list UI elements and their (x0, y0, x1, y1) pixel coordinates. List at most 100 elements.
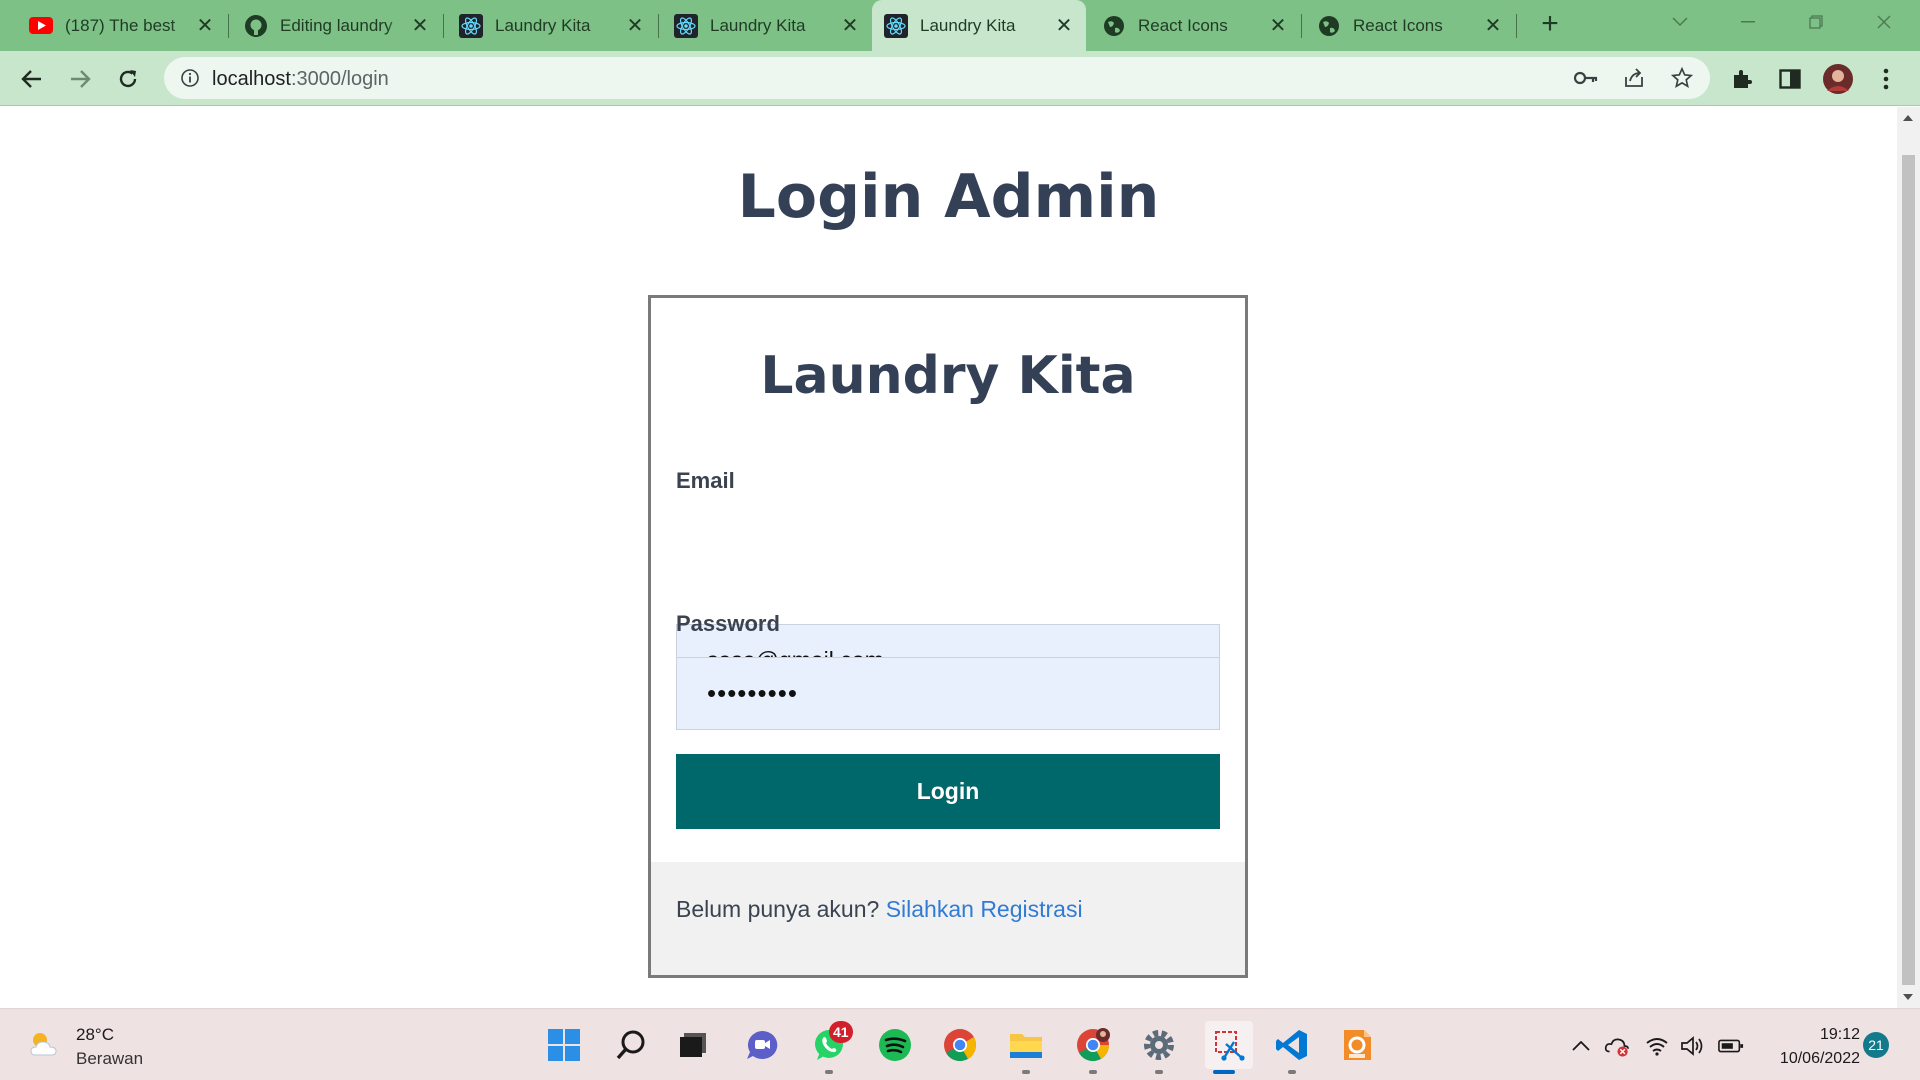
weather-cloud-icon[interactable] (27, 1029, 63, 1059)
tab-close-icon[interactable]: ✕ (1052, 13, 1076, 37)
page-title: Login Admin (737, 162, 1160, 232)
profile-avatar[interactable] (1820, 61, 1856, 97)
tab-separator (1301, 14, 1302, 38)
card-title: Laundry Kita (760, 346, 1136, 406)
weather-description: Berawan (76, 1049, 144, 1068)
tab-close-icon[interactable]: ✕ (838, 13, 862, 37)
new-tab-button[interactable]: + (1535, 9, 1565, 40)
menu-kebab-icon[interactable] (1868, 61, 1904, 97)
card-footer: Belum punya akun? Silahkan Registrasi (651, 862, 1245, 975)
bookmark-star-icon[interactable] (1670, 66, 1694, 90)
side-panel-icon[interactable] (1772, 61, 1808, 97)
running-indicator (1155, 1070, 1163, 1074)
email-label: Email (676, 468, 735, 493)
wifi-icon[interactable] (1644, 1033, 1670, 1059)
scroll-up-arrow-icon[interactable] (1903, 115, 1913, 121)
onedrive-error-icon[interactable] (1604, 1033, 1630, 1059)
page-scrollbar[interactable] (1897, 107, 1920, 1008)
tab-close-icon[interactable]: ✕ (408, 13, 432, 37)
address-bar[interactable]: localhost:3000/login (164, 57, 1710, 99)
url-host: localhost (212, 68, 291, 90)
tab-react-icons-2[interactable]: React Icons ✕ (1305, 0, 1515, 51)
scroll-down-arrow-icon[interactable] (1903, 994, 1913, 1000)
tab-title: Laundry Kita (920, 15, 1016, 35)
search-icon[interactable] (611, 1025, 651, 1065)
tab-close-icon[interactable]: ✕ (1481, 13, 1505, 37)
spotify-icon[interactable] (875, 1025, 915, 1065)
clock-time: 19:12 (1819, 1026, 1860, 1043)
show-hidden-icons-chevron-icon[interactable] (1568, 1033, 1594, 1059)
tab-title: React Icons (1138, 15, 1228, 35)
whatsapp-badge: 41 (829, 1021, 853, 1043)
tab-close-icon[interactable]: ✕ (193, 13, 217, 37)
battery-icon[interactable] (1718, 1033, 1744, 1059)
page-viewport: Login Admin Laundry Kita Email sasa@gmai… (0, 107, 1897, 1008)
tab-laundry-kita-2[interactable]: Laundry Kita ✕ (662, 0, 872, 51)
forward-icon[interactable] (62, 61, 98, 97)
tab-separator (443, 14, 444, 38)
login-card: Laundry Kita Email sasa@gmail.com Passwo… (648, 295, 1248, 978)
chrome-profile-icon[interactable] (1073, 1025, 1113, 1065)
youtube-icon (29, 14, 53, 38)
notification-count-badge[interactable]: 21 (1863, 1032, 1889, 1058)
chrome-icon[interactable] (940, 1025, 980, 1065)
windows-start-icon[interactable] (544, 1025, 584, 1065)
scroll-thumb[interactable] (1902, 155, 1915, 985)
snipping-tool-icon[interactable] (1205, 1021, 1253, 1069)
running-indicator (1022, 1070, 1030, 1074)
password-value: ••••••••• (707, 678, 798, 708)
running-indicator (825, 1070, 833, 1074)
tab-search-icon[interactable] (1652, 0, 1708, 44)
tab-title: React Icons (1353, 15, 1443, 35)
tab-title: Editing laundry (280, 15, 393, 35)
active-app-indicator (1213, 1070, 1235, 1074)
reload-icon[interactable] (110, 61, 146, 97)
weather-temperature: 28°C (76, 1025, 114, 1044)
react-icon (884, 13, 908, 38)
system-clock[interactable]: 19:12 10/06/2022 (1780, 1023, 1860, 1071)
vscode-icon[interactable] (1272, 1025, 1312, 1065)
tab-title: Laundry Kita (710, 15, 806, 35)
tab-laundry-kita-active[interactable]: Laundry Kita ✕ (872, 0, 1086, 51)
back-icon[interactable] (14, 61, 50, 97)
tab-close-icon[interactable]: ✕ (1266, 13, 1290, 37)
tab-separator (1516, 14, 1517, 38)
restore-icon[interactable] (1788, 0, 1844, 44)
url-text[interactable]: localhost:3000/login (212, 68, 389, 91)
volume-icon[interactable] (1680, 1033, 1706, 1059)
tab-github[interactable]: Editing laundry ✕ (232, 0, 442, 51)
file-explorer-icon[interactable] (1006, 1025, 1046, 1065)
taskbar: 28°C Berawan 41 19:12 10/06/2022 21 (0, 1008, 1920, 1080)
register-link[interactable]: Silahkan Registrasi (886, 896, 1083, 922)
clock-date: 10/06/2022 (1779, 1050, 1860, 1067)
task-view-icon[interactable] (673, 1025, 713, 1065)
tab-react-icons-1[interactable]: React Icons ✕ (1090, 0, 1300, 51)
settings-gear-icon[interactable] (1139, 1025, 1179, 1065)
running-indicator (1089, 1070, 1097, 1074)
register-prompt: Belum punya akun? Silahkan Registrasi (676, 896, 1083, 923)
login-button[interactable]: Login (676, 754, 1220, 829)
tab-strip: (187) The best ✕ Editing laundry ✕ Laund… (0, 0, 1920, 51)
react-icon (459, 13, 483, 38)
tab-youtube[interactable]: (187) The best ✕ (17, 0, 227, 51)
tab-title: (187) The best (65, 15, 176, 35)
password-key-icon[interactable] (1574, 66, 1598, 90)
browser-toolbar: localhost:3000/login (0, 51, 1920, 106)
pdf-app-icon[interactable] (1337, 1025, 1377, 1065)
running-indicator (1288, 1070, 1296, 1074)
tab-separator (658, 14, 659, 38)
react-icon (674, 13, 698, 38)
teams-chat-icon[interactable] (742, 1025, 782, 1065)
tab-laundry-kita-1[interactable]: Laundry Kita ✕ (447, 0, 657, 51)
close-window-icon[interactable] (1856, 0, 1912, 44)
share-icon[interactable] (1622, 66, 1646, 90)
globe-icon (1102, 14, 1126, 38)
password-field[interactable]: ••••••••• (676, 657, 1220, 730)
password-label: Password (676, 611, 780, 636)
extensions-icon[interactable] (1724, 61, 1760, 97)
tab-title: Laundry Kita (495, 15, 591, 35)
github-icon (244, 14, 268, 38)
tab-close-icon[interactable]: ✕ (623, 13, 647, 37)
site-info-icon[interactable] (178, 66, 202, 90)
minimize-icon[interactable] (1720, 0, 1776, 44)
